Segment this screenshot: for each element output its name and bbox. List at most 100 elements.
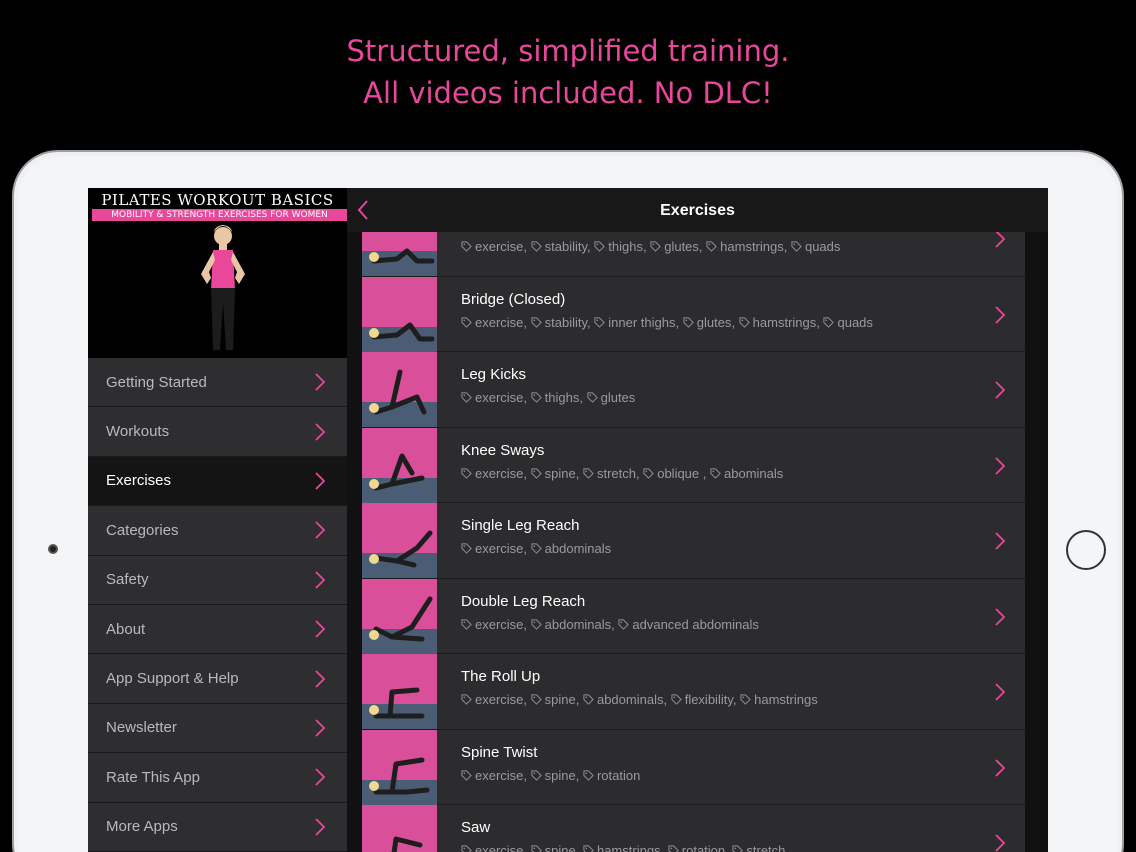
promo-headline-line1: Structured, simplified training. — [346, 34, 790, 68]
tag-icon — [710, 467, 721, 479]
chevron-right-icon — [995, 456, 1006, 475]
tag-icon — [739, 316, 750, 328]
tag-label: spine — [544, 692, 576, 707]
list-item[interactable]: Double Leg Reach exercise, abdominals, ad… — [362, 578, 1025, 654]
sidebar-item-label: More Apps — [106, 818, 178, 836]
home-button[interactable] — [1066, 530, 1106, 570]
sidebar-item-exercises[interactable]: Exercises — [88, 456, 347, 507]
tag-icon — [531, 467, 542, 479]
exercise-list[interactable]: Bridge (Hip Width)exercise, stability, t… — [362, 232, 1025, 852]
tag-icon — [461, 694, 472, 705]
sidebar-item-app-support-help[interactable]: App Support & Help — [88, 654, 347, 704]
tag-icon — [461, 392, 472, 403]
chevron-right-icon — [315, 373, 326, 391]
exercise-title: Bridge (Closed) — [461, 290, 566, 308]
list-item[interactable]: Spine Twist exercise, spine, rotation — [362, 729, 1025, 805]
tag-label: exercise — [475, 465, 524, 481]
tag-label: exercise — [475, 541, 524, 556]
tag-icon — [650, 241, 662, 252]
sidebar-item-more-apps[interactable]: More Apps — [88, 802, 347, 852]
promo-headline-line2: All videos included. No DLC! — [363, 76, 773, 110]
logo-title: PILATES WORKOUT BASICS — [101, 191, 334, 209]
tag: glutes, — [683, 315, 739, 330]
tag-label: inner thighs — [608, 314, 676, 330]
sidebar-item-label: Rate This App — [106, 768, 200, 786]
list-item[interactable]: Bridge (Closed) exercise, stability, inne… — [362, 276, 1025, 352]
chevron-right-icon — [995, 305, 1006, 324]
chevron-right-icon — [995, 381, 1006, 399]
chevron-right-icon — [315, 818, 326, 836]
exercise-thumbnail — [362, 654, 437, 729]
tag: thighs, — [594, 239, 650, 254]
tag: flexibility, — [671, 692, 740, 707]
tag-label: hamstrings — [596, 843, 661, 852]
tag: quads — [791, 239, 840, 254]
exercise-tags: exercise, stability, thighs, glutes, ham… — [461, 239, 840, 254]
sidebar-item-getting-started[interactable]: Getting Started — [88, 358, 347, 408]
tag: spine, — [531, 466, 583, 481]
sidebar-item-newsletter[interactable]: Newsletter — [88, 703, 347, 754]
exercise-title: Knee Sways — [461, 441, 545, 459]
tag-icon — [823, 316, 835, 328]
tag: stability, — [531, 239, 595, 254]
tag: exercise, — [461, 466, 531, 481]
list-item[interactable]: Single Leg Reach exercise, abdominals — [362, 503, 1025, 579]
tag-label: exercise — [475, 692, 524, 707]
sidebar-item-workouts[interactable]: Workouts — [88, 407, 347, 457]
tag: stretch, — [583, 466, 643, 481]
list-item[interactable]: Leg Kicks exercise, thighs, glutes — [362, 352, 1025, 428]
tag-label: exercise — [475, 616, 524, 632]
tag-label: quads — [804, 239, 841, 254]
tag: quads — [823, 314, 873, 330]
tag-label: quads — [837, 314, 873, 330]
exercise-tags: exercise, abdominals — [461, 541, 611, 556]
tag-icon — [732, 845, 744, 852]
tag-label: rotation — [596, 767, 641, 783]
list-item[interactable]: The Roll Up exercise, spine, abdominals, … — [362, 654, 1025, 730]
tag-icon — [643, 467, 655, 479]
sidebar-item-about[interactable]: About — [88, 604, 347, 655]
chevron-right-icon — [315, 472, 326, 490]
sidebar-item-rate-this-app[interactable]: Rate This App — [88, 753, 347, 803]
sidebar-item-categories[interactable]: Categories — [88, 506, 347, 556]
list-item[interactable]: Bridge (Hip Width)exercise, stability, t… — [362, 232, 1025, 277]
tag: spine, — [531, 692, 583, 707]
tag-icon — [461, 543, 472, 554]
app-logo: PILATES WORKOUT BASICS MOBILITY & STRENG… — [88, 188, 347, 358]
sidebar-item-label: Workouts — [106, 423, 170, 441]
tag: exercise, — [461, 843, 531, 852]
sidebar: PILATES WORKOUT BASICS MOBILITY & STRENG… — [88, 188, 347, 852]
tag-label: glutes — [600, 390, 636, 405]
tag: abominals — [710, 466, 783, 481]
tag-label: hamstrings — [752, 314, 817, 330]
tag-icon — [668, 845, 679, 852]
chevron-right-icon — [315, 571, 326, 589]
sidebar-item-label: App Support & Help — [106, 670, 239, 688]
tag-icon — [531, 845, 542, 852]
tag-icon — [531, 618, 542, 630]
tag-label: exercise — [475, 843, 524, 852]
sidebar-item-safety[interactable]: Safety — [88, 555, 347, 605]
list-item[interactable]: Saw exercise, spine, hamstrings, rotation… — [362, 805, 1025, 852]
page-title: Exercises — [660, 202, 735, 219]
exercise-title: Double Leg Reach — [461, 592, 586, 610]
exercise-thumbnail — [362, 352, 437, 427]
exercise-tags: exercise, spine, stretch, oblique , abom… — [461, 466, 783, 481]
chevron-right-icon — [315, 422, 326, 441]
tag-icon — [583, 467, 594, 479]
list-item[interactable]: Knee Sways exercise, spine, stretch, obli… — [362, 427, 1025, 503]
tag: exercise, — [461, 617, 531, 632]
tag-icon — [531, 241, 542, 252]
tag: exercise, — [461, 239, 531, 254]
exercise-title: Leg Kicks — [461, 366, 527, 383]
tag-label: exercise — [475, 239, 524, 254]
tag-icon — [461, 316, 472, 328]
exercise-title: Spine Twist — [461, 743, 538, 761]
tag-label: exercise — [475, 767, 524, 783]
tag: hamstrings, — [706, 239, 791, 254]
tag-label: spine — [544, 465, 576, 481]
exercise-thumbnail — [362, 427, 437, 503]
tag: glutes, — [650, 239, 706, 254]
exercise-thumbnail — [362, 805, 437, 852]
tag-icon — [587, 392, 598, 403]
